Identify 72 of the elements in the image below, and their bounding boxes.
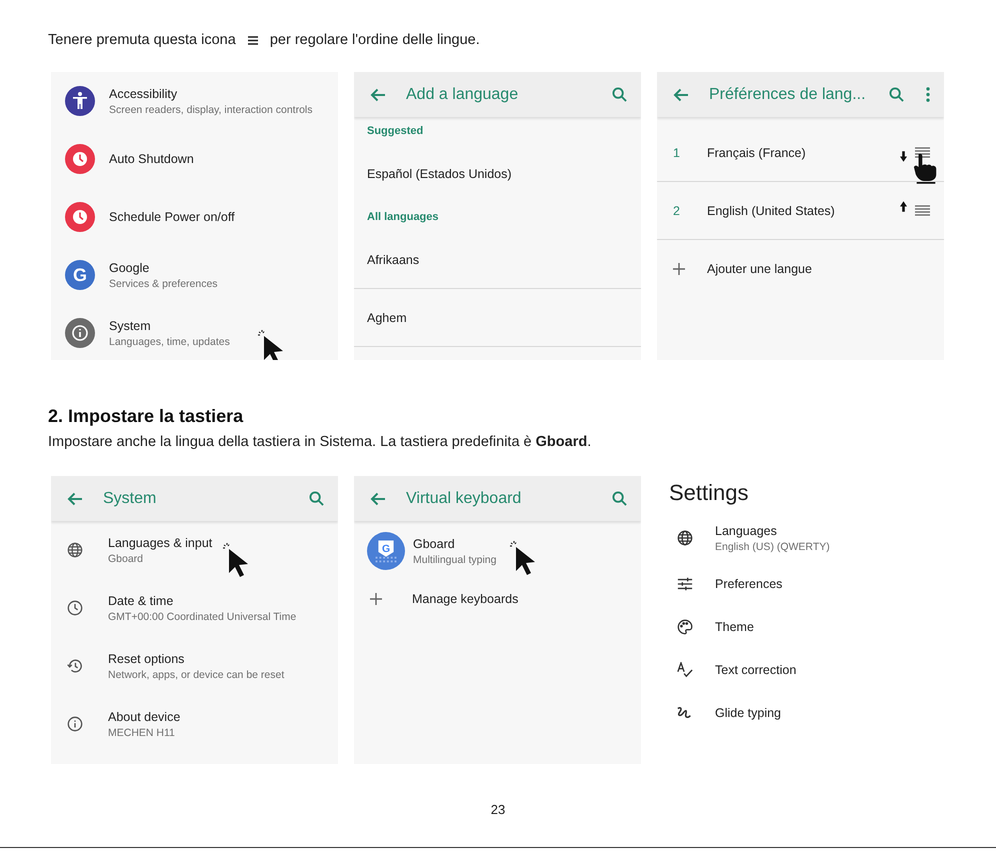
page-number: 23	[490, 802, 506, 817]
screen-title: Préférences de lang...	[709, 86, 867, 104]
setting-title[interactable]: Reset options	[108, 652, 284, 666]
search-icon[interactable]	[612, 87, 627, 102]
language-item[interactable]: Français (France)	[707, 146, 900, 160]
language-item[interactable]: Español (Estados Unidos)	[367, 166, 512, 180]
globe-icon	[67, 542, 83, 558]
clock-icon	[67, 600, 83, 616]
section-heading: 2. Impostare la tastiera	[48, 405, 244, 428]
language-rank: 2	[673, 204, 681, 218]
section-header: Suggested	[367, 125, 424, 137]
search-icon[interactable]	[612, 491, 627, 506]
setting-title[interactable]: Google	[109, 260, 218, 274]
setting-title[interactable]: Theme	[715, 620, 754, 634]
intro-text: per regolare l'ordine delle lingue.	[270, 32, 480, 48]
setting-title[interactable]: Glide typing	[715, 706, 782, 720]
setting-subtitle: MECHEN H11	[108, 726, 176, 738]
setting-title[interactable]: Languages & input	[108, 536, 212, 550]
history-icon	[67, 658, 83, 674]
setting-title[interactable]: About device	[108, 710, 180, 724]
settings-icon: G	[65, 260, 95, 290]
drag-handle-icon[interactable]	[915, 205, 930, 216]
search-icon[interactable]	[889, 87, 904, 102]
down-arrow-icon	[900, 151, 907, 162]
screen-title: Virtual keyboard	[406, 490, 522, 508]
plus-icon	[673, 263, 685, 275]
sliders-icon	[677, 576, 693, 592]
screen-title: Add a language	[406, 86, 520, 104]
search-icon[interactable]	[309, 491, 324, 506]
drag-handle-icon[interactable]	[915, 147, 930, 158]
screen-title: System	[103, 490, 158, 508]
keyboard-title[interactable]: Gboard	[413, 536, 496, 550]
language-item[interactable]: English (United States)	[707, 204, 900, 218]
language-rank: 1	[673, 146, 681, 160]
info-icon	[67, 716, 83, 732]
setting-title[interactable]: Auto Shutdown	[109, 152, 194, 166]
spell-check-icon	[677, 662, 693, 678]
setting-subtitle: Languages, time, updates	[109, 336, 230, 348]
setting-subtitle: Screen readers, display, interaction controls	[109, 104, 312, 116]
setting-title[interactable]: Languages	[715, 524, 830, 538]
setting-title[interactable]: Preferences	[715, 576, 782, 590]
drag-handle-icon	[248, 36, 258, 44]
setting-subtitle: GMT+00:00 Coordinated Universal Time	[108, 610, 296, 622]
section-header: All languages	[367, 211, 439, 223]
instruction-text: Impostare anche la lingua della tastiera in Sistema. La tastiera predefinita è Gboard.	[48, 434, 592, 452]
squiggle-icon	[677, 704, 693, 720]
language-item[interactable]: Afrikaans	[367, 252, 420, 266]
keyboard-subtitle: Multilingual typing	[413, 554, 496, 566]
back-arrow-icon[interactable]	[370, 492, 386, 506]
back-arrow-icon[interactable]	[673, 88, 689, 102]
add-language-button[interactable]: Ajouter une langue	[707, 262, 944, 276]
more-options-icon[interactable]	[926, 87, 930, 102]
setting-title[interactable]: Date & time	[108, 594, 296, 608]
setting-title[interactable]: Schedule Power on/off	[109, 210, 235, 224]
palette-icon	[677, 618, 693, 634]
keyboard-app-icon: G	[367, 532, 405, 570]
setting-subtitle: Gboard	[108, 552, 144, 564]
setting-title[interactable]: System	[109, 318, 230, 332]
intro-text: Tenere premuta questa icona	[48, 32, 236, 48]
setting-subtitle: English (US) (QWERTY)	[715, 540, 830, 552]
up-arrow-icon	[900, 201, 907, 212]
globe-icon	[677, 530, 693, 546]
manage-keyboards-button[interactable]: Manage keyboards	[412, 592, 518, 606]
language-item[interactable]: Aghem	[367, 310, 407, 324]
screen-title: Settings	[668, 479, 750, 507]
setting-title[interactable]: Accessibility	[109, 86, 312, 100]
back-arrow-icon[interactable]	[67, 492, 83, 506]
setting-subtitle: Network, apps, or device can be reset	[108, 668, 284, 680]
setting-title[interactable]: Text correction	[715, 662, 796, 676]
plus-icon	[370, 593, 382, 605]
back-arrow-icon[interactable]	[370, 88, 386, 102]
setting-subtitle: Services & preferences	[109, 278, 218, 290]
